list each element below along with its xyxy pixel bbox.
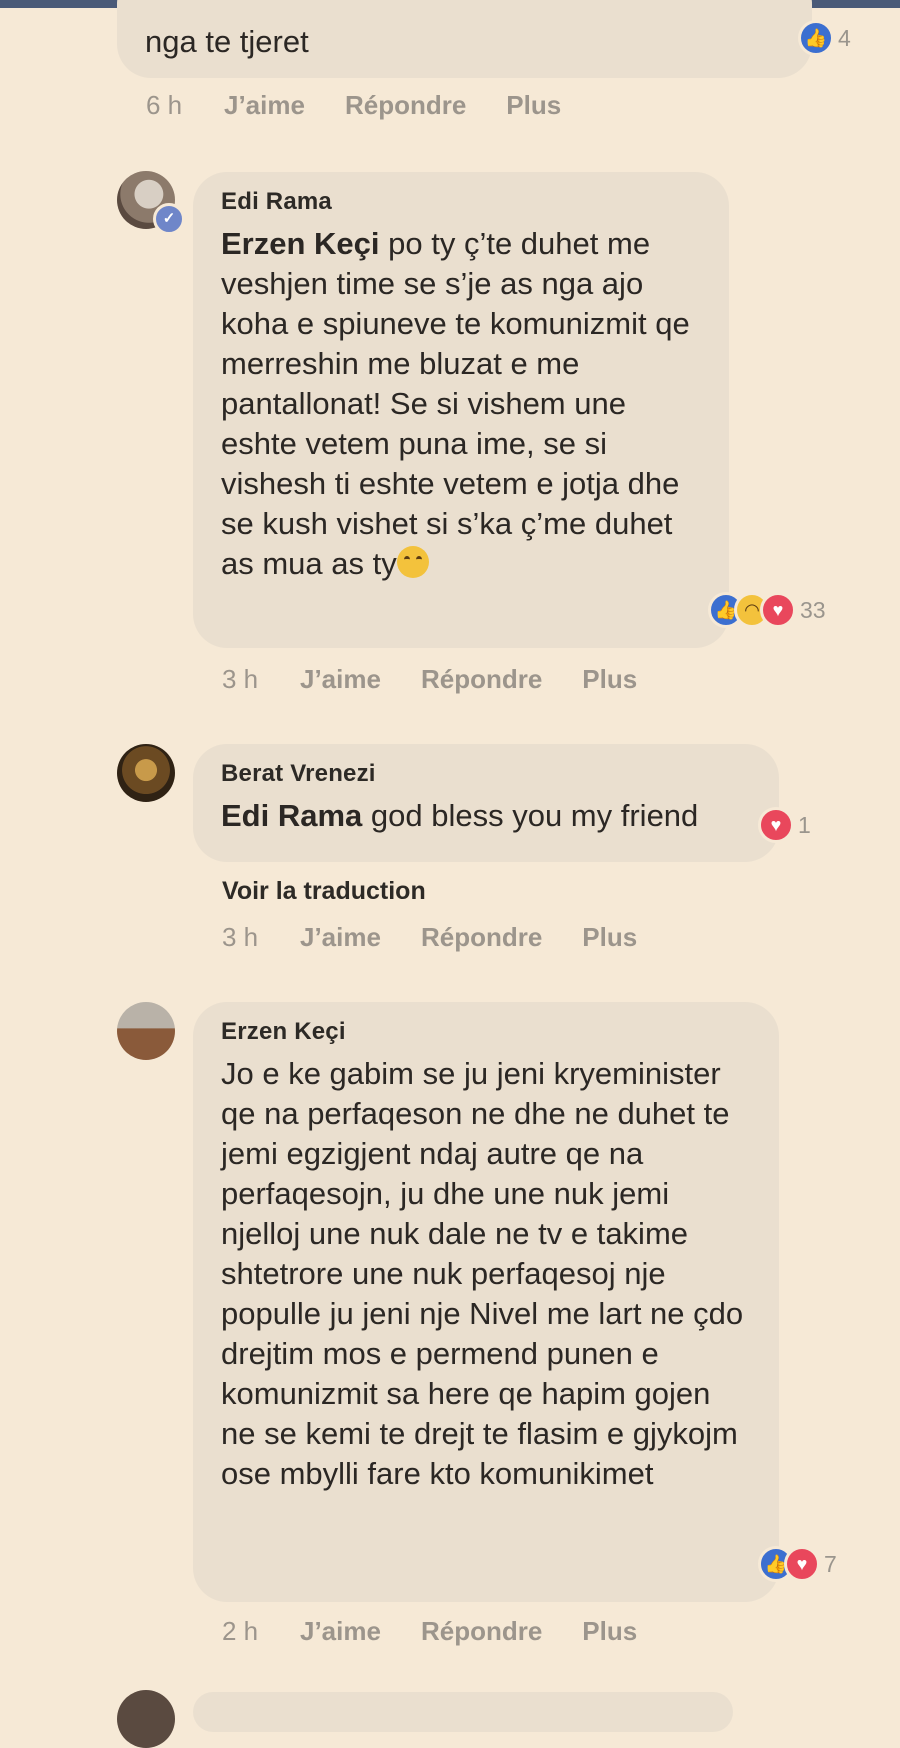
comment-actions: 3 h J’aime Répondre Plus bbox=[222, 664, 677, 695]
comment-body: god bless you my friend bbox=[362, 798, 699, 833]
like-button[interactable]: J’aime bbox=[300, 664, 381, 695]
verified-badge-icon: ✓ bbox=[153, 203, 185, 235]
reaction-count: 33 bbox=[800, 596, 826, 623]
comment-reactions[interactable]: ♥ 1 bbox=[758, 805, 811, 845]
reply-button[interactable]: Répondre bbox=[421, 664, 542, 695]
reaction-count: 4 bbox=[838, 24, 851, 51]
reaction-count: 1 bbox=[798, 811, 811, 838]
comment-time[interactable]: 2 h bbox=[222, 1616, 300, 1647]
comment-time[interactable]: 3 h bbox=[222, 922, 300, 953]
comment-actions: 2 h J’aime Répondre Plus bbox=[222, 1616, 677, 1647]
like-button[interactable]: J’aime bbox=[224, 90, 305, 121]
love-reaction-icon: ♥ bbox=[784, 1546, 820, 1582]
reply-button[interactable]: Répondre bbox=[345, 90, 466, 121]
mention-link[interactable]: Edi Rama bbox=[221, 798, 362, 833]
comment-actions: 6 h J’aime Répondre Plus bbox=[146, 90, 601, 121]
mention-link[interactable]: Erzen Keçi bbox=[221, 226, 380, 261]
comment-bubble: Berat Vrenezi Edi Rama god bless you my … bbox=[193, 744, 779, 862]
like-reaction-icon: 👍 bbox=[798, 20, 834, 56]
reply-button[interactable]: Répondre bbox=[421, 922, 542, 953]
avatar[interactable]: ✓ bbox=[117, 171, 185, 235]
comment-author[interactable]: Erzen Keçi bbox=[221, 1018, 751, 1046]
like-button[interactable]: J’aime bbox=[300, 922, 381, 953]
more-button[interactable]: Plus bbox=[582, 664, 637, 695]
love-reaction-icon: ♥ bbox=[758, 807, 794, 843]
reply-button[interactable]: Répondre bbox=[421, 1616, 542, 1647]
comment-text: nga te tjeret bbox=[145, 24, 309, 59]
comment-bubble bbox=[193, 1692, 733, 1732]
more-button[interactable]: Plus bbox=[506, 90, 561, 121]
comment-text: Edi Rama god bless you my friend bbox=[221, 796, 751, 836]
smile-emoji-icon bbox=[396, 546, 429, 578]
comment-time[interactable]: 3 h bbox=[222, 664, 300, 695]
love-reaction-icon: ♥ bbox=[760, 592, 796, 628]
avatar[interactable] bbox=[117, 744, 175, 802]
see-translation-link[interactable]: Voir la traduction bbox=[222, 877, 426, 906]
comment-actions: 3 h J’aime Répondre Plus bbox=[222, 922, 677, 953]
comment-text: Erzen Keçi po ty ç’te duhet me veshjen t… bbox=[221, 224, 701, 584]
comment-author[interactable]: Berat Vrenezi bbox=[221, 760, 751, 788]
comment-text: Jo e ke gabim se ju jeni kryeminister qe… bbox=[221, 1056, 744, 1491]
reaction-count: 7 bbox=[824, 1550, 837, 1577]
comment-author[interactable]: Edi Rama bbox=[221, 188, 701, 216]
avatar[interactable] bbox=[117, 1690, 175, 1748]
avatar[interactable] bbox=[117, 1002, 175, 1060]
comment-time[interactable]: 6 h bbox=[146, 90, 224, 121]
comment-reactions[interactable]: 👍 ♥ 7 bbox=[758, 1544, 837, 1584]
comment-bubble: nga te tjeret bbox=[117, 0, 812, 78]
comment-reactions[interactable]: 👍 ◠ ♥ 33 bbox=[708, 590, 826, 630]
more-button[interactable]: Plus bbox=[582, 1616, 637, 1647]
comment-reactions[interactable]: 👍 4 bbox=[798, 18, 851, 58]
like-button[interactable]: J’aime bbox=[300, 1616, 381, 1647]
more-button[interactable]: Plus bbox=[582, 922, 637, 953]
comment-bubble: Edi Rama Erzen Keçi po ty ç’te duhet me … bbox=[193, 172, 729, 648]
comment-bubble: Erzen Keçi Jo e ke gabim se ju jeni krye… bbox=[193, 1002, 779, 1602]
comment-body: po ty ç’te duhet me veshjen time se s’je… bbox=[221, 226, 690, 581]
